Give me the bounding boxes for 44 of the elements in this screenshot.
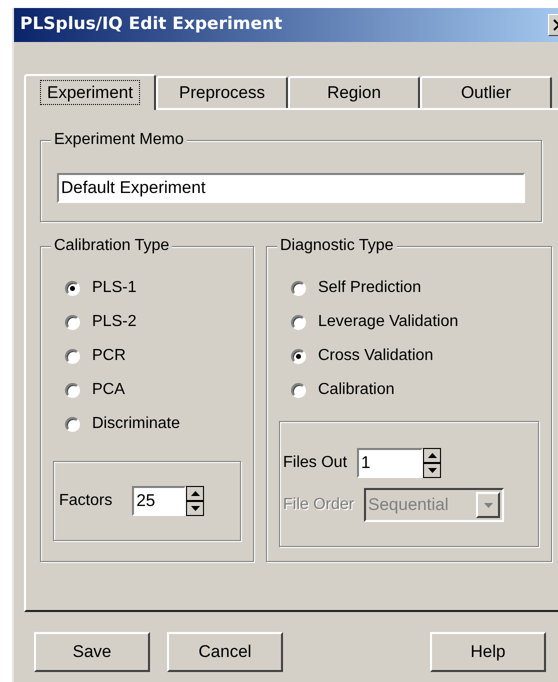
radio-button[interactable]: [65, 382, 80, 398]
radio-label: Cross Validation: [318, 346, 434, 366]
tab[interactable]: Outlier: [420, 76, 552, 108]
dialog-button[interactable]: Save: [34, 632, 150, 672]
radio-button[interactable]: [291, 314, 306, 330]
group-title: Diagnostic Type: [277, 236, 397, 256]
radio-label: PCA: [92, 380, 125, 400]
radio-button[interactable]: [291, 280, 306, 296]
factors-label: Factors: [59, 491, 112, 511]
file-order-label: File Order: [283, 495, 354, 515]
radio-button[interactable]: [65, 348, 80, 364]
down-arrow-icon: [190, 506, 200, 511]
tab[interactable]: Experiment: [24, 74, 156, 110]
memo-field[interactable]: Default Experiment: [57, 173, 525, 203]
radio-label: PLS-2: [92, 312, 136, 332]
up-arrow-icon: [190, 491, 200, 496]
down-arrow-icon: [484, 502, 493, 508]
radio-label: Leverage Validation: [318, 312, 458, 332]
down-arrow-icon: [428, 468, 437, 473]
number-field[interactable]: 25: [132, 486, 186, 516]
tab[interactable]: Preprocess: [156, 76, 288, 108]
radio-button[interactable]: [65, 280, 80, 296]
files-out-label: Files Out: [283, 453, 348, 473]
group-title: Calibration Type: [51, 236, 172, 256]
tab[interactable]: Region: [288, 76, 420, 108]
spin-up-button[interactable]: [423, 448, 442, 463]
radio-button[interactable]: [291, 348, 306, 364]
spin-down-button[interactable]: [423, 463, 442, 478]
radio-button[interactable]: [65, 314, 80, 330]
radio-label: PCR: [92, 346, 126, 366]
up-arrow-icon: [428, 453, 437, 458]
radio-button[interactable]: [65, 416, 80, 432]
radio-label: Calibration: [318, 380, 394, 400]
radio-button[interactable]: [291, 382, 306, 398]
spin-down-button[interactable]: [186, 501, 204, 516]
dialog-button[interactable]: Cancel: [167, 632, 283, 672]
group-title: Experiment Memo: [51, 130, 187, 150]
radio-label: Self Prediction: [318, 278, 422, 298]
spin-up-button[interactable]: [186, 486, 204, 501]
number-field[interactable]: 1: [357, 448, 424, 478]
dialog-button[interactable]: Help: [430, 632, 546, 672]
window-title: PLSplus/IQ Edit Experiment: [20, 13, 282, 36]
radio-label: Discriminate: [92, 414, 180, 434]
radio-label: PLS-1: [92, 278, 136, 298]
